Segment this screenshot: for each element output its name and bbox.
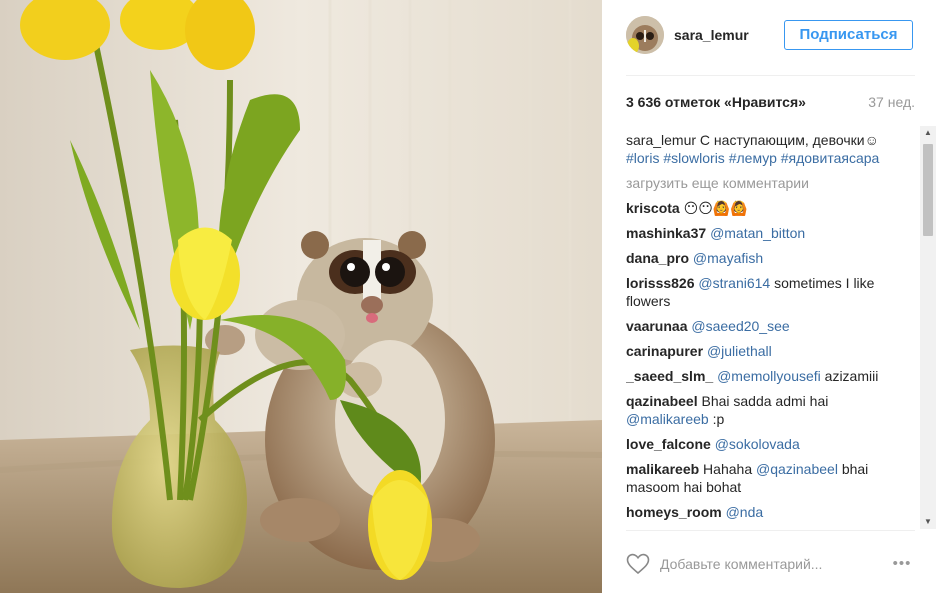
- comment-input[interactable]: [660, 553, 870, 575]
- comment-mention[interactable]: @matan_bitton: [710, 225, 805, 241]
- likes-count[interactable]: 3 636 отметок «Нравится»: [626, 94, 806, 110]
- comment-bar: •••: [626, 530, 915, 593]
- scroll-down-arrow-icon[interactable]: ▼: [920, 515, 936, 529]
- comment-text: azizamiii: [820, 368, 879, 384]
- follow-button[interactable]: Подписаться: [784, 20, 913, 50]
- comment-mention[interactable]: @memollyousefi: [717, 368, 821, 384]
- comment-username[interactable]: lorisss826: [626, 275, 695, 291]
- caption-hashtags[interactable]: #loris #slowloris #лемур #ядовитаясара: [626, 150, 879, 166]
- comment-mention[interactable]: @juliethall: [707, 343, 772, 359]
- avatar-image: [626, 16, 664, 54]
- comment-row: love_falcone @sokolovada: [626, 435, 922, 453]
- scroll-up-arrow-icon[interactable]: ▲: [920, 126, 936, 140]
- comment-mention[interactable]: @sokolovada: [715, 436, 800, 452]
- comment-row: _saeed_slm_ @memollyousefi azizamiii: [626, 367, 922, 385]
- comment-mention[interactable]: @mayafish: [693, 250, 763, 266]
- comment-row: homeys_room @nda: [626, 503, 922, 521]
- comment-row: dana_pro @mayafish: [626, 249, 922, 267]
- comment-username[interactable]: mashinka37: [626, 225, 706, 241]
- likes-row: 3 636 отметок «Нравится» 37 нед.: [626, 94, 915, 114]
- comment-username[interactable]: dana_pro: [626, 250, 689, 266]
- comment-username[interactable]: _saeed_slm_: [626, 368, 713, 384]
- comment-username[interactable]: qazinabeel: [626, 393, 698, 409]
- post-header: sara_lemur Подписаться: [626, 16, 915, 76]
- more-options-icon[interactable]: •••: [889, 555, 915, 572]
- post-caption: sara_lemur С наступающим, девочки☺ #lori…: [626, 131, 922, 167]
- comment-mention[interactable]: @malikareeb: [626, 411, 709, 427]
- comment-text: 😶😶🙆🙆: [679, 200, 748, 216]
- comment-row: lorisss826 @strani614 sometimes I like f…: [626, 274, 922, 310]
- load-more-comments-button[interactable]: загрузить еще комментарии: [626, 174, 922, 192]
- comment-text-prefix: Hahaha: [699, 461, 756, 477]
- comment-row: vaarunaa @saeed20_see: [626, 317, 922, 335]
- caption-username[interactable]: sara_lemur: [626, 132, 696, 148]
- comment-mention[interactable]: @qazinabeel: [756, 461, 838, 477]
- comment-row: qazinabeel Bhai sadda admi hai @malikaree…: [626, 392, 922, 428]
- comment-mention[interactable]: @strani614: [698, 275, 770, 291]
- heart-outline-icon[interactable]: [626, 553, 650, 575]
- post-age[interactable]: 37 нед.: [868, 94, 915, 110]
- username-link[interactable]: sara_lemur: [674, 27, 749, 43]
- avatar[interactable]: [626, 16, 664, 54]
- comment-username[interactable]: homeys_room: [626, 504, 722, 520]
- comment-username[interactable]: malikareeb: [626, 461, 699, 477]
- post-photo[interactable]: [0, 0, 602, 593]
- comment-username[interactable]: love_falcone: [626, 436, 711, 452]
- comment-username[interactable]: kriscota: [626, 200, 680, 216]
- comment-mention[interactable]: @saeed20_see: [691, 318, 789, 334]
- comment-mention[interactable]: @nda: [726, 504, 764, 520]
- comments-list: sara_lemur С наступающим, девочки☺ #lori…: [626, 131, 922, 529]
- comment-row: malikareeb Hahaha @qazinabeel bhai masoo…: [626, 460, 922, 496]
- slow-loris-with-tulips-image: [0, 0, 602, 593]
- comment-username[interactable]: vaarunaa: [626, 318, 687, 334]
- comment-row: carinapurer @juliethall: [626, 342, 922, 360]
- comments-scrollbar[interactable]: ▲ ▼: [920, 126, 936, 529]
- comment-text-tail: :p: [708, 411, 725, 427]
- caption-text: С наступающим, девочки☺: [696, 132, 879, 148]
- comment-username[interactable]: carinapurer: [626, 343, 703, 359]
- post-sidebar: sara_lemur Подписаться 3 636 отметок «Нр…: [602, 0, 939, 593]
- comment-row: mashinka37 @matan_bitton: [626, 224, 922, 242]
- comment-row: kriscota 😶😶🙆🙆: [626, 199, 922, 217]
- scrollbar-thumb[interactable]: [923, 144, 933, 236]
- comment-text: Bhai sadda admi hai: [697, 393, 829, 409]
